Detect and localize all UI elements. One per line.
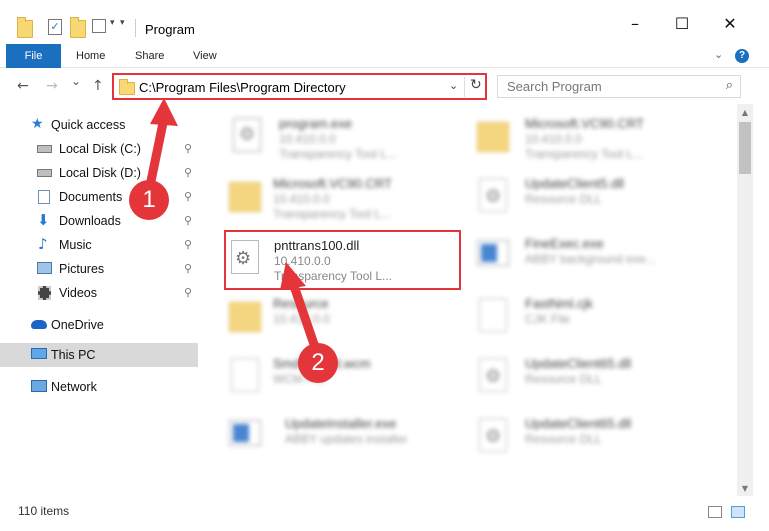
step-2-callout: 2: [298, 343, 338, 383]
annotation-arrows: [145, 98, 323, 361]
step-1-callout: 1: [129, 180, 169, 220]
